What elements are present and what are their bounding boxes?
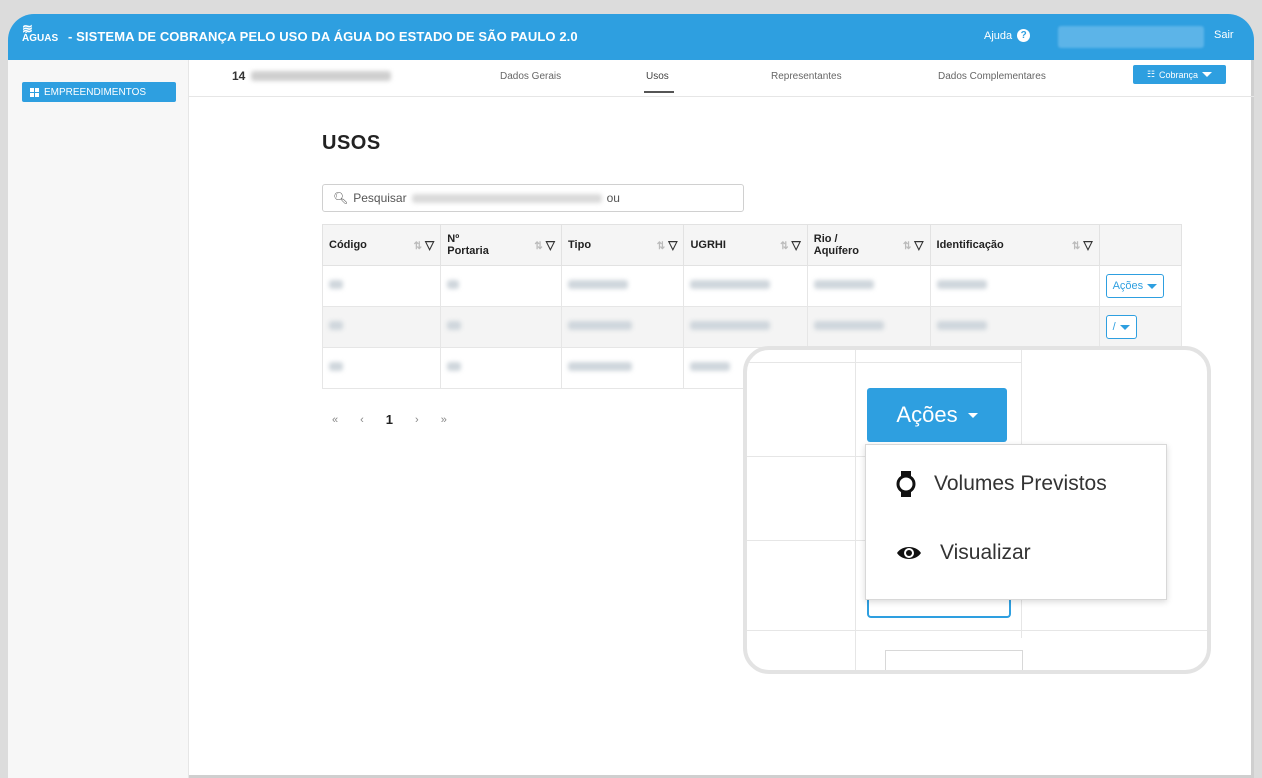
caret-down-icon — [1147, 283, 1158, 289]
cobranca-dropdown-button[interactable]: ☷ Cobrança — [1133, 65, 1226, 84]
zoom-callout: Ações Volumes Previstos Visualizar — [743, 346, 1211, 674]
menu-item-volumes-previstos[interactable]: Volumes Previstos — [896, 471, 1107, 497]
col-rio-aquifero[interactable]: Rio / Aquífero ⇅ ▽ — [806, 224, 931, 266]
tab-usos[interactable]: Usos — [646, 71, 669, 82]
top-bar: ≋ ÁGUAS - SISTEMA DE COBRANÇA PELO USO D… — [8, 14, 1254, 60]
caret-down-icon — [1119, 324, 1130, 330]
search-icon: 🔍︎ — [333, 191, 349, 205]
tab-bar: 14 Dados Gerais Usos Representantes Dado… — [188, 60, 1254, 97]
filter-icon[interactable]: ▽ — [792, 238, 801, 252]
logo: ≋ ÁGUAS — [22, 21, 59, 44]
tab-dados-complementares[interactable]: Dados Complementares — [938, 71, 1046, 82]
first-page-button[interactable]: « — [332, 414, 338, 426]
next-row-button-partial — [885, 650, 1023, 670]
tab-dados-gerais[interactable]: Dados Gerais — [500, 71, 561, 82]
sidebar: EMPREENDIMENTOS — [8, 60, 189, 778]
help-link[interactable]: Ajuda ? — [984, 29, 1031, 42]
table-row: / — [321, 306, 1183, 348]
prev-page-button[interactable]: ‹ — [360, 414, 364, 426]
grid-icon — [30, 87, 39, 97]
sort-icon[interactable]: ⇅ — [780, 241, 788, 252]
acoes-button[interactable]: / — [1105, 315, 1137, 339]
col-actions — [1098, 224, 1183, 266]
col-identificacao[interactable]: Identificação ⇅ ▽ — [929, 224, 1100, 266]
filter-icon[interactable]: ▽ — [668, 238, 677, 252]
col-portaria[interactable]: Nº Portaria ⇅ ▽ — [440, 224, 563, 266]
page-title: USOS — [322, 132, 381, 154]
search-input[interactable]: 🔍︎ Pesquisar ou — [322, 184, 744, 212]
app-title: - SISTEMA DE COBRANÇA PELO USO DA ÁGUA D… — [68, 29, 578, 44]
user-name-redacted[interactable] — [1058, 26, 1204, 48]
tab-representantes[interactable]: Representantes — [771, 71, 842, 82]
search-placeholder-redacted — [411, 193, 602, 203]
question-icon: ? — [1017, 29, 1031, 42]
caret-down-icon — [967, 412, 978, 418]
logout-link[interactable]: Sair — [1214, 29, 1234, 41]
menu-item-visualizar[interactable]: Visualizar — [896, 541, 1031, 565]
table-header-row: Código ⇅ ▽ Nº Portaria ⇅ ▽ Tipo ⇅ ▽ UGRHI ⇅ … — [321, 224, 1183, 266]
col-codigo[interactable]: Código ⇅ ▽ — [321, 224, 442, 266]
table-row: Ações — [321, 265, 1183, 307]
caret-down-icon — [1202, 72, 1213, 77]
partial-acoes-label: / — [1112, 321, 1116, 333]
sort-icon[interactable]: ⇅ — [1072, 241, 1080, 252]
list-icon: ☷ — [1146, 69, 1156, 79]
col-tipo[interactable]: Tipo ⇅ ▽ — [561, 224, 685, 266]
eye-icon — [897, 547, 921, 559]
record-name-redacted — [251, 71, 392, 81]
active-tab-indicator — [644, 91, 674, 93]
filter-icon[interactable]: ▽ — [1083, 238, 1092, 252]
acoes-dropdown-menu: Volumes Previstos Visualizar — [865, 444, 1167, 600]
filter-icon[interactable]: ▽ — [546, 238, 555, 252]
sort-icon[interactable]: ⇅ — [414, 241, 422, 252]
sort-icon[interactable]: ⇅ — [903, 241, 911, 252]
acoes-button-zoomed[interactable]: Ações — [867, 388, 1007, 442]
next-page-button[interactable]: › — [415, 414, 419, 426]
sort-icon[interactable]: ⇅ — [534, 241, 542, 252]
watch-icon — [896, 471, 916, 497]
sidebar-item-empreendimentos[interactable]: EMPREENDIMENTOS — [22, 82, 176, 102]
acoes-button[interactable]: Ações — [1105, 274, 1165, 298]
col-ugrhi[interactable]: UGRHI ⇅ ▽ — [683, 224, 808, 266]
app-window: ≋ ÁGUAS - SISTEMA DE COBRANÇA PELO USO D… — [8, 14, 1254, 778]
sort-icon[interactable]: ⇅ — [657, 241, 665, 252]
filter-icon[interactable]: ▽ — [425, 238, 434, 252]
record-breadcrumb: 14 — [232, 69, 392, 83]
filter-icon[interactable]: ▽ — [914, 238, 923, 252]
current-page[interactable]: 1 — [386, 412, 393, 427]
pagination: « ‹ 1 › » — [332, 412, 447, 427]
last-page-button[interactable]: » — [441, 414, 447, 426]
